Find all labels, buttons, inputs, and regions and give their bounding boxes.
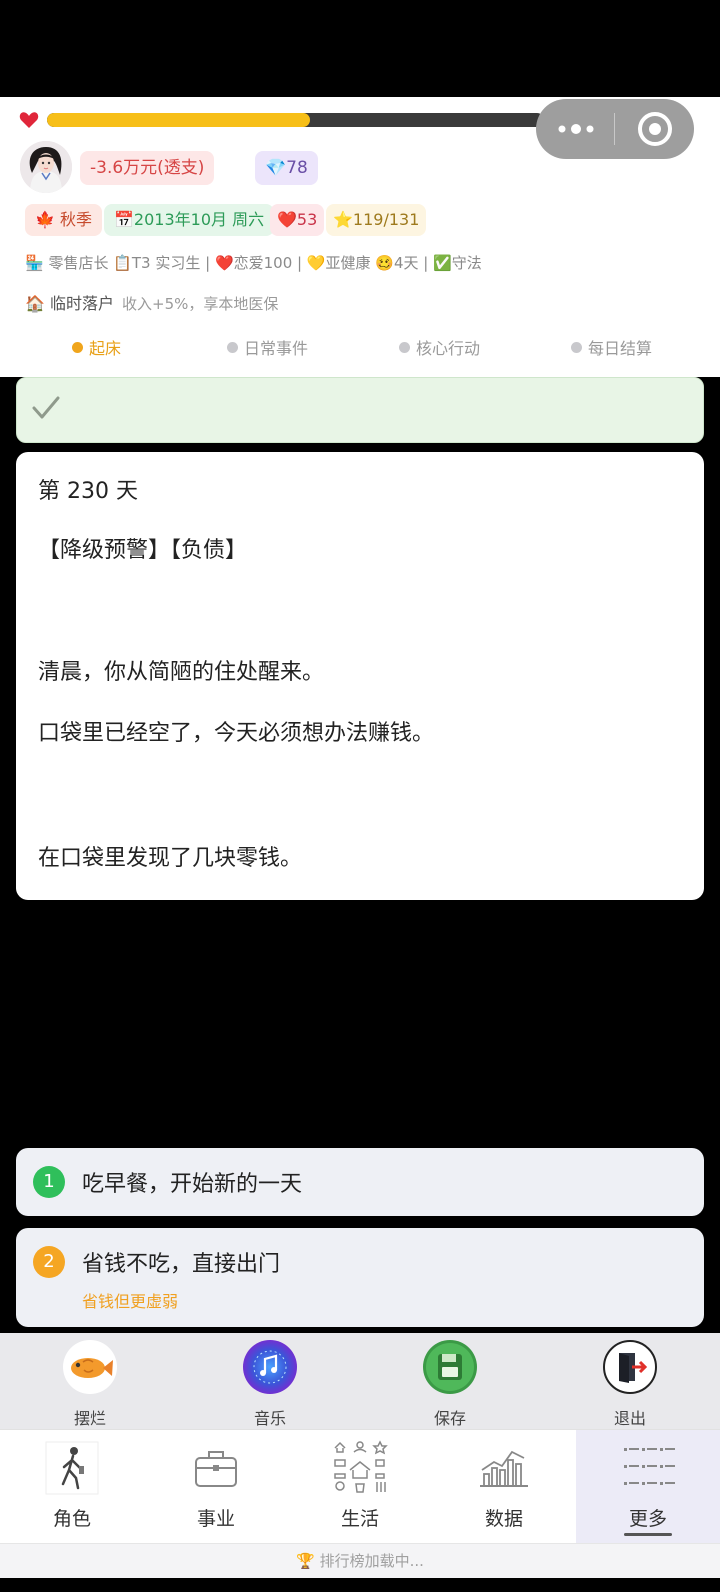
miniprogram-capsule xyxy=(536,99,694,159)
tool-row: 摆烂 音乐 保存 退出 xyxy=(0,1333,720,1429)
story-line: 清晨，你从简陋的住处醒来。 xyxy=(38,660,325,685)
more-dots-icon[interactable] xyxy=(556,121,596,137)
exit-door-icon xyxy=(603,1340,657,1394)
date-chip: 📅2013年10月 周六 xyxy=(104,204,275,236)
music-button[interactable]: 音乐 xyxy=(210,1333,330,1429)
save-button[interactable]: 保存 xyxy=(390,1333,510,1429)
health-bar xyxy=(47,113,544,127)
story-line: 在口袋里发现了几块零钱。 xyxy=(38,846,303,871)
gem-chip[interactable]: 💎78 xyxy=(255,151,318,185)
choice-option-1[interactable]: 1 吃早餐，开始新的一天 xyxy=(16,1148,704,1216)
status-line: 🏪 零售店长 📋T3 实习生 | ❤️恋爱100 | 💛亚健康 🥴4天 | ✅守… xyxy=(25,254,482,272)
phase-steps: 起床 日常事件 核心行动 每日结算 xyxy=(0,335,720,367)
tab-character[interactable]: 角色 xyxy=(0,1430,144,1544)
story-tags: 【降级预警】【负债】 xyxy=(38,538,248,563)
tool-label: 音乐 xyxy=(253,1409,286,1428)
active-tab-indicator xyxy=(624,1533,672,1536)
exit-button[interactable]: 退出 xyxy=(570,1333,690,1429)
tool-label: 摆烂 xyxy=(73,1409,106,1428)
phase-wake: 起床 xyxy=(72,335,121,359)
tab-career[interactable]: 事业 xyxy=(144,1430,288,1544)
check-icon xyxy=(32,396,60,419)
choice-option-2[interactable]: 2 省钱不吃，直接出门 省钱但更虚弱 xyxy=(16,1228,704,1327)
tab-data[interactable]: 数据 xyxy=(432,1430,576,1544)
character-icon xyxy=(45,1441,99,1495)
day-title: 第 230 天 xyxy=(38,479,138,504)
more-list-icon xyxy=(624,1448,675,1485)
tool-label: 保存 xyxy=(433,1409,466,1428)
chart-icon xyxy=(480,1450,528,1487)
choice-number: 2 xyxy=(33,1246,65,1278)
music-icon xyxy=(243,1340,297,1394)
avatar[interactable] xyxy=(20,141,72,193)
tab-more[interactable]: 更多 xyxy=(576,1430,720,1544)
choice-number: 1 xyxy=(33,1166,65,1198)
choice-hint: 省钱但更虚弱 xyxy=(82,1292,179,1311)
save-icon xyxy=(423,1340,477,1394)
choice-text: 省钱不吃，直接出门 xyxy=(82,1252,281,1277)
tab-label: 事业 xyxy=(196,1508,235,1530)
star-chip: ⭐119/131 xyxy=(326,204,427,236)
leaderboard-status[interactable]: 🏆 排行榜加载中... xyxy=(0,1543,720,1578)
season-chip: 🍁 秋季 xyxy=(25,204,103,236)
phase-daily-event: 日常事件 xyxy=(227,335,308,359)
briefcase-icon xyxy=(195,1451,237,1487)
heart-icon xyxy=(19,112,39,128)
bottom-tab-bar: 角色 事业 生活 数据 更多 xyxy=(0,1429,720,1544)
close-target-icon[interactable] xyxy=(638,112,672,146)
tab-label: 生活 xyxy=(340,1508,379,1530)
phase-core-action: 核心行动 xyxy=(399,335,480,359)
story-card: 第 230 天 【降级预警】【负债】 清晨，你从简陋的住处醒来。 口袋里已经空了… xyxy=(16,452,704,900)
choice-text: 吃早餐，开始新的一天 xyxy=(82,1172,303,1197)
lazy-button[interactable]: 摆烂 xyxy=(30,1333,150,1429)
tab-label: 角色 xyxy=(52,1508,91,1530)
tool-label: 退出 xyxy=(613,1409,646,1428)
diamond-icon: 💎 xyxy=(265,158,287,178)
money-chip[interactable]: -3.6万元(透支) xyxy=(80,151,215,185)
affection-chip: ❤️53 xyxy=(270,204,325,236)
hukou-info: 🏠 临时落户 收入+5%，享本地医保 xyxy=(25,294,279,313)
tab-label: 数据 xyxy=(484,1508,523,1530)
lazy-fish-icon xyxy=(63,1340,117,1394)
completed-card xyxy=(16,377,704,443)
story-line: 口袋里已经空了，今天必须想办法赚钱。 xyxy=(38,721,435,746)
tab-label: 更多 xyxy=(628,1508,667,1530)
life-grid-icon xyxy=(334,1440,388,1493)
phase-daily-settlement: 每日结算 xyxy=(571,335,652,359)
tab-life[interactable]: 生活 xyxy=(288,1430,432,1544)
